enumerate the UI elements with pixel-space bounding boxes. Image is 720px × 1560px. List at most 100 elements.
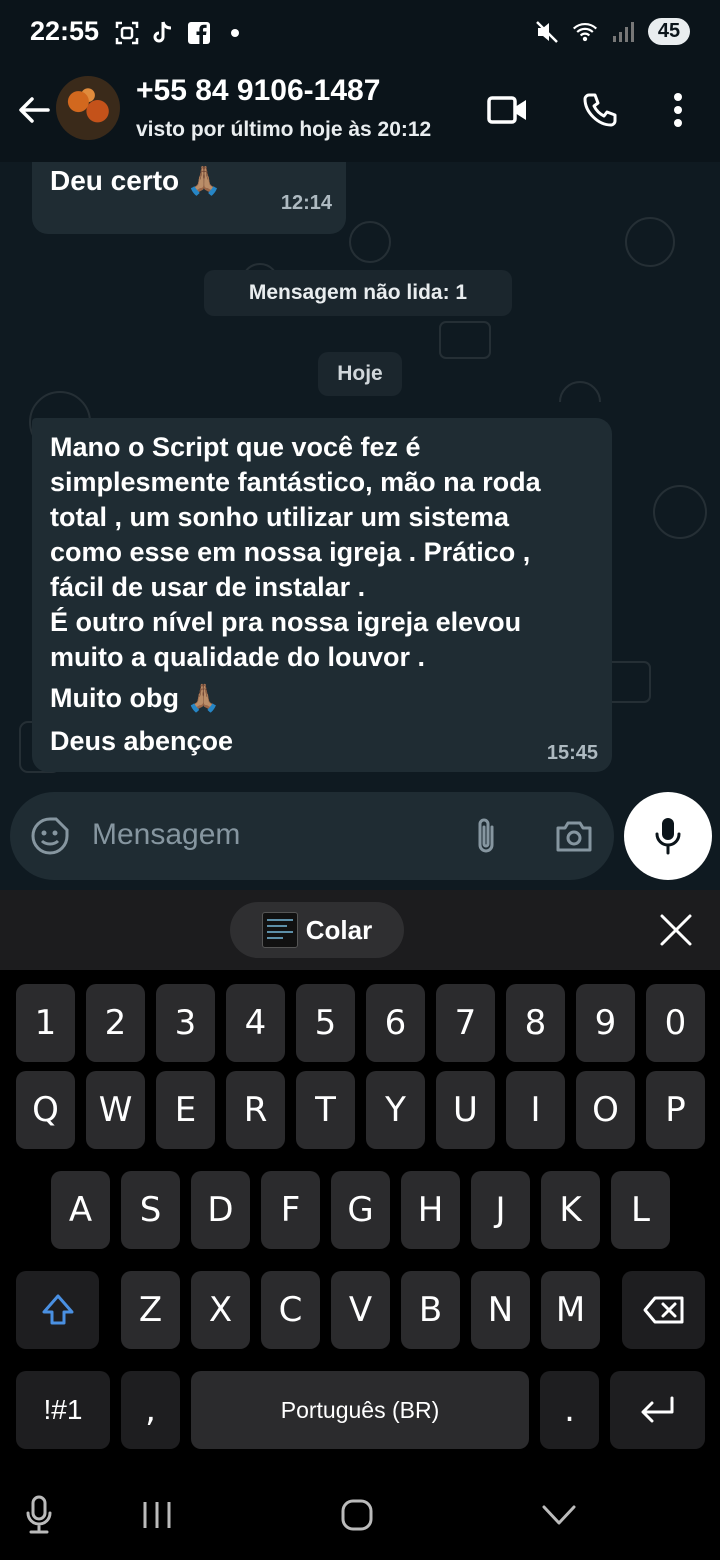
enter-key[interactable] [610, 1371, 705, 1449]
status-time: 22:55 [30, 16, 100, 46]
day-separator: Hoje [318, 352, 402, 396]
key-h[interactable]: H [401, 1171, 460, 1249]
key-p[interactable]: P [646, 1071, 705, 1149]
key-l[interactable]: L [611, 1171, 670, 1249]
back-button[interactable] [14, 90, 54, 130]
key-6[interactable]: 6 [366, 984, 425, 1062]
key-9[interactable]: 9 [576, 984, 635, 1062]
hide-keyboard-button[interactable] [536, 1492, 582, 1538]
key-g[interactable]: G [331, 1171, 390, 1249]
attach-button[interactable] [464, 814, 508, 858]
recents-icon [143, 1502, 171, 1528]
key-f[interactable]: F [261, 1171, 320, 1249]
message-line: É outro nível pra nossa igreja elevou [50, 607, 522, 637]
message-line: total , um sonho utilizar um sistema [50, 502, 510, 532]
battery-indicator: 45 [648, 18, 690, 45]
key-1[interactable]: 1 [16, 984, 75, 1062]
key-u[interactable]: U [436, 1071, 495, 1149]
enter-icon [641, 1396, 673, 1423]
space-key[interactable]: Português (BR) [191, 1371, 529, 1449]
message-line: como esse em nossa igreja . Prático , [50, 537, 531, 567]
key-e[interactable]: E [156, 1071, 215, 1149]
system-nav-bar [0, 1470, 720, 1560]
backspace-key[interactable] [622, 1271, 705, 1349]
attach-icon [478, 818, 494, 853]
avatar[interactable] [56, 76, 120, 140]
chat-header: +55 84 9106-1487 visto por último hoje à… [0, 66, 720, 162]
more-options-button[interactable] [656, 88, 700, 132]
key-3[interactable]: 3 [156, 984, 215, 1062]
wifi-icon [572, 19, 598, 45]
status-notification-icons [114, 20, 248, 46]
camera-button[interactable] [552, 814, 596, 858]
key-z[interactable]: Z [121, 1271, 180, 1349]
message-input[interactable]: Mensagem [92, 818, 240, 852]
back-down-icon [542, 1505, 576, 1525]
key-x[interactable]: X [191, 1271, 250, 1349]
message-line: Mano o Script que você fez é [50, 432, 421, 462]
key-m[interactable]: M [541, 1271, 600, 1349]
message-line: muito a qualidade do louvor . [50, 642, 426, 672]
voice-message-button[interactable] [624, 792, 712, 880]
key-0[interactable]: 0 [646, 984, 705, 1062]
period-key[interactable]: . [540, 1371, 599, 1449]
previous-message-bubble[interactable]: Deu certo 🙏🏽 12:14 [32, 162, 346, 234]
key-w[interactable]: W [86, 1071, 145, 1149]
keyboard-toolbar: Colar [0, 890, 720, 970]
status-bar: 22:55 45 [0, 0, 720, 66]
recents-button[interactable] [134, 1492, 180, 1538]
close-toolbar-button[interactable] [656, 910, 696, 950]
key-t[interactable]: T [296, 1071, 355, 1149]
signal-icon [610, 19, 636, 45]
mute-icon [534, 19, 560, 45]
key-4[interactable]: 4 [226, 984, 285, 1062]
voice-input-button[interactable] [16, 1492, 62, 1538]
keyboard: 1 2 3 4 5 6 7 8 9 0 Q W E R T Y U I O P … [0, 970, 720, 1470]
key-7[interactable]: 7 [436, 984, 495, 1062]
key-2[interactable]: 2 [86, 984, 145, 1062]
facebook-icon [186, 20, 212, 46]
video-call-button[interactable] [486, 88, 530, 132]
symbols-key[interactable]: !#1 [16, 1371, 110, 1449]
last-seen-status: visto por último hoje às 20:12 [136, 118, 432, 141]
shift-key[interactable] [16, 1271, 99, 1349]
key-a[interactable]: A [51, 1171, 110, 1249]
chat-area[interactable]: Deu certo 🙏🏽 12:14 Mensagem não lida: 1 … [0, 162, 720, 890]
key-n[interactable]: N [471, 1271, 530, 1349]
back-arrow-icon [19, 97, 50, 123]
paste-chip[interactable]: Colar [230, 902, 404, 958]
close-icon [660, 914, 692, 946]
key-q[interactable]: Q [16, 1071, 75, 1149]
received-message-bubble[interactable]: Mano o Script que você fez é simplesment… [32, 418, 612, 772]
paste-label: Colar [305, 914, 373, 945]
key-v[interactable]: V [331, 1271, 390, 1349]
sticker-icon [31, 817, 69, 855]
voice-call-button[interactable] [578, 88, 622, 132]
home-button[interactable] [334, 1492, 380, 1538]
backspace-icon [643, 1296, 683, 1324]
home-icon [341, 1499, 373, 1531]
contact-name[interactable]: +55 84 9106-1487 [136, 74, 380, 108]
key-s[interactable]: S [121, 1171, 180, 1249]
message-time: 12:14 [280, 192, 332, 214]
message-composer[interactable]: Mensagem [10, 792, 614, 880]
clipboard-thumbnail [261, 912, 298, 948]
key-o[interactable]: O [576, 1071, 635, 1149]
video-call-icon [487, 96, 526, 124]
key-y[interactable]: Y [366, 1071, 425, 1149]
key-r[interactable]: R [226, 1071, 285, 1149]
comma-key[interactable]: , [121, 1371, 180, 1449]
camera-icon [556, 821, 592, 852]
key-k[interactable]: K [541, 1171, 600, 1249]
key-b[interactable]: B [401, 1271, 460, 1349]
message-line: simplesmente fantástico, mão na roda [50, 467, 541, 497]
mic-icon [655, 818, 681, 855]
sticker-button[interactable] [28, 814, 72, 858]
key-8[interactable]: 8 [506, 984, 565, 1062]
screenshot-icon [114, 20, 140, 46]
key-5[interactable]: 5 [296, 984, 355, 1062]
key-d[interactable]: D [191, 1171, 250, 1249]
key-j[interactable]: J [471, 1171, 530, 1249]
key-c[interactable]: C [261, 1271, 320, 1349]
key-i[interactable]: I [506, 1071, 565, 1149]
